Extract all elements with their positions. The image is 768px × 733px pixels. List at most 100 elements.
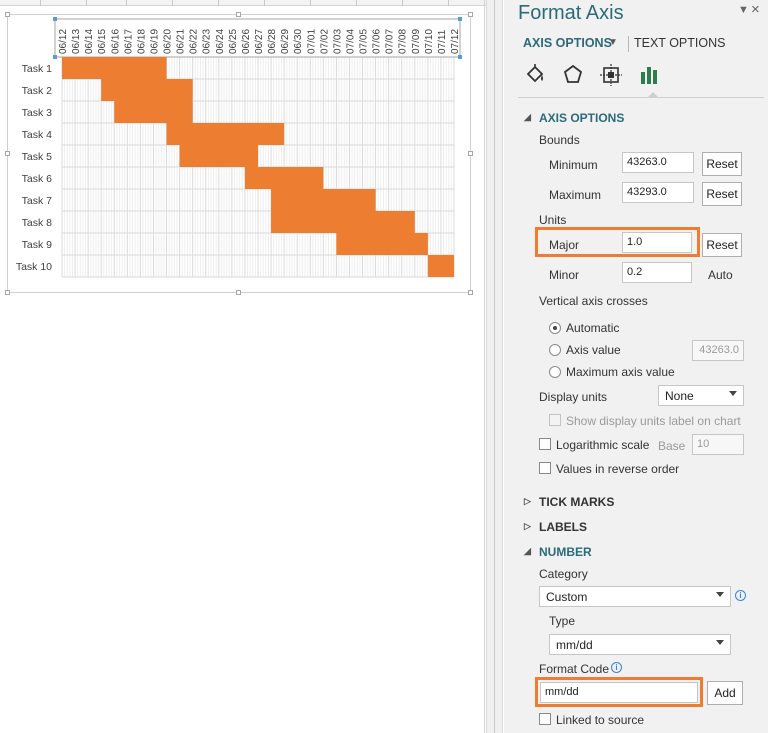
task-bar — [114, 101, 193, 123]
section-labels[interactable]: ▷ LABELS — [524, 520, 724, 536]
date-tick-label: 07/11 — [437, 29, 448, 54]
chart-resize-handle-bl[interactable] — [5, 290, 10, 295]
reverse-order-label: Values in reverse order — [556, 462, 680, 476]
axis-selection-handle — [458, 17, 462, 21]
task-bar — [336, 233, 428, 255]
task-label: Task 7 — [22, 195, 53, 207]
task-bar — [271, 189, 376, 211]
task-label: Task 4 — [22, 129, 53, 141]
chart-resize-handle-bm[interactable] — [236, 290, 241, 295]
task-bar — [166, 123, 285, 145]
size-properties-icon[interactable] — [598, 62, 624, 88]
gantt-chart[interactable]: 06/12 06/13 06/14 06/15 06/16 06/17 06/18 06/19… — [0, 0, 488, 300]
axis-options-icon[interactable] — [636, 62, 662, 88]
crosses-axis-value-label: Axis value — [566, 343, 621, 357]
type-label: Type — [549, 614, 576, 628]
minimum-input[interactable]: 43263.0 — [622, 152, 694, 173]
date-tick-label: 07/09 — [411, 29, 422, 54]
task-bar — [427, 255, 454, 277]
pane-options-icon[interactable]: ▼ — [738, 4, 749, 16]
crosses-axis-value-radio[interactable] — [549, 344, 561, 356]
base-label: Base — [658, 439, 686, 453]
maximum-label: Maximum — [549, 188, 602, 202]
date-tick-label: 06/17 — [123, 29, 134, 54]
crosses-automatic-radio[interactable] — [549, 322, 561, 334]
date-tick-label: 07/01 — [306, 29, 317, 54]
date-tick-label: 06/19 — [149, 29, 160, 54]
expanded-triangle-icon: ◢ — [524, 112, 531, 122]
add-button[interactable]: Add — [707, 681, 743, 705]
fill-line-icon[interactable] — [522, 62, 548, 88]
pane-splitter[interactable] — [486, 0, 503, 733]
major-label: Major — [549, 238, 580, 252]
date-tick-label: 06/24 — [215, 29, 226, 54]
task-label: Task 6 — [22, 173, 53, 185]
tab-separator — [628, 36, 629, 52]
date-tick-label: 06/13 — [71, 29, 82, 54]
minor-input[interactable]: 0.2 — [622, 262, 692, 283]
date-tick-label: 06/16 — [110, 29, 121, 54]
axis-selection-handle — [53, 17, 57, 21]
format-code-input[interactable]: mm/dd — [540, 682, 698, 703]
logarithmic-scale-label: Logarithmic scale — [556, 438, 650, 452]
axis-selection-handle — [458, 55, 462, 59]
category-label: Category — [539, 567, 588, 581]
task-bar — [244, 167, 324, 189]
tab-axis-options[interactable]: AXIS OPTIONS — [523, 36, 612, 50]
task-label: Task 3 — [22, 107, 53, 119]
task-label: Task 5 — [22, 151, 53, 163]
chart-resize-handle-tr[interactable] — [468, 12, 473, 17]
linked-to-source-checkbox[interactable] — [539, 713, 551, 725]
date-tick-label: 06/12 — [58, 29, 69, 54]
show-units-label-text: Show display units label on chart — [566, 414, 741, 428]
date-tick-label: 06/29 — [280, 29, 291, 54]
chart-resize-handle-br[interactable] — [468, 290, 473, 295]
section-axis-options[interactable]: ◢ AXIS OPTIONS — [524, 111, 724, 127]
base-input[interactable]: 10 — [692, 434, 744, 455]
date-tick-label: 07/07 — [385, 29, 396, 54]
major-reset-button[interactable]: Reset — [702, 233, 742, 257]
category-select[interactable]: Custom — [539, 586, 731, 607]
effects-icon[interactable] — [560, 62, 586, 88]
major-input[interactable]: 1.0 — [622, 232, 692, 253]
chart-resize-handle-mr[interactable] — [468, 151, 473, 156]
section-number[interactable]: ◢ NUMBER — [524, 545, 724, 561]
crosses-axis-value-input[interactable]: 43263.0 — [692, 340, 744, 361]
reverse-order-checkbox[interactable] — [539, 462, 551, 474]
date-tick-label: 07/10 — [424, 29, 435, 54]
date-tick-label: 07/12 — [450, 29, 461, 54]
maximum-input[interactable]: 43293.0 — [622, 182, 694, 203]
chart-resize-handle-tm[interactable] — [236, 12, 241, 17]
display-units-label: Display units — [539, 390, 608, 404]
display-units-select[interactable]: None — [658, 385, 744, 406]
task-label: Task 10 — [16, 261, 52, 273]
crosses-maximum-radio[interactable] — [549, 366, 561, 378]
chart-resize-handle-ml[interactable] — [5, 151, 10, 156]
icon-row-divider — [518, 97, 764, 98]
task-label: Task 2 — [22, 85, 53, 97]
date-tick-label: 07/06 — [372, 29, 383, 54]
type-select[interactable]: mm/dd — [549, 634, 731, 655]
logarithmic-scale-checkbox[interactable] — [539, 438, 551, 450]
date-tick-label: 06/28 — [267, 29, 278, 54]
info-icon: i — [735, 590, 746, 601]
section-tick-marks[interactable]: ▷ TICK MARKS — [524, 495, 724, 511]
minimum-reset-button[interactable]: Reset — [702, 152, 742, 176]
close-icon[interactable]: × — [751, 1, 760, 18]
format-code-label: Format Code — [539, 662, 610, 676]
minor-label: Minor — [549, 268, 580, 282]
task-bar — [101, 79, 193, 101]
date-tick-label: 07/08 — [398, 29, 409, 54]
chevron-down-icon[interactable]: ▼ — [608, 37, 618, 48]
date-tick-label: 06/18 — [136, 29, 147, 54]
show-units-label-checkbox[interactable] — [549, 414, 561, 426]
tab-text-options[interactable]: TEXT OPTIONS — [634, 36, 725, 50]
chart-resize-handle-tl[interactable] — [5, 12, 10, 17]
date-tick-label: 06/14 — [84, 29, 95, 54]
date-tick-label: 07/05 — [359, 29, 370, 54]
worksheet-area[interactable]: 06/12 06/13 06/14 06/15 06/16 06/17 06/18 06/19… — [0, 0, 488, 733]
minimum-label: Minimum — [549, 158, 598, 172]
date-tick-label: 07/02 — [319, 29, 330, 54]
format-axis-pane: Format Axis ▼ × AXIS OPTIONS ▼ TEXT OPTI… — [504, 0, 768, 733]
maximum-reset-button[interactable]: Reset — [702, 182, 742, 206]
